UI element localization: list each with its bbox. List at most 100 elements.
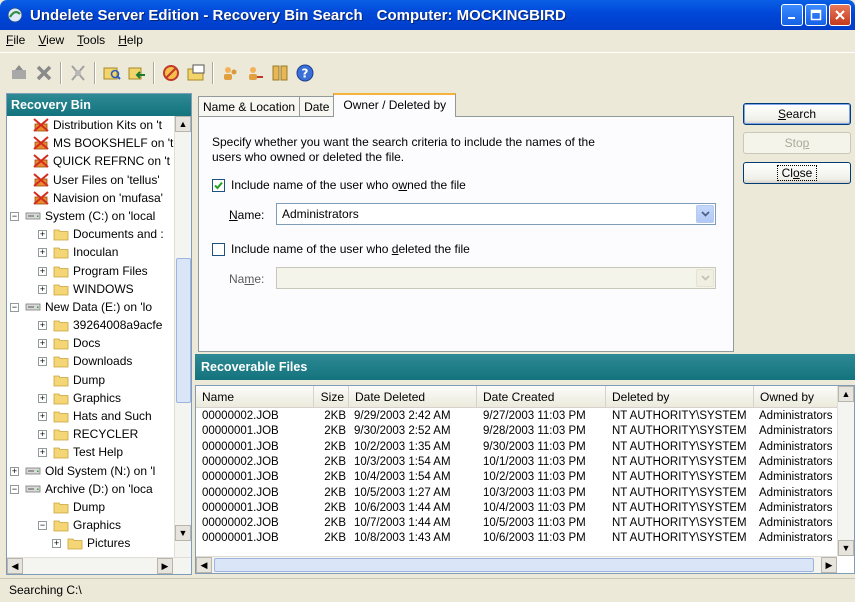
table-row[interactable]: 00000001.JOB 2KB 10/4/2003 1:54 AM 10/2/200… [196, 470, 846, 486]
table-row[interactable]: 00000002.JOB 2KB 10/3/2003 1:54 AM 10/1/200… [196, 455, 846, 471]
scroll-right-button[interactable]: ▶ [821, 557, 837, 573]
deleter-name-combo[interactable] [276, 267, 716, 289]
menu-tools[interactable]: Tools [77, 33, 105, 47]
table-row[interactable]: 00000001.JOB 2KB 10/6/2003 1:44 AM 10/4/200… [196, 501, 846, 517]
menu-help[interactable]: Help [118, 33, 143, 47]
column-header-name[interactable]: Name [196, 386, 314, 408]
tree-item[interactable]: + Docs [7, 334, 191, 352]
owner-name-combo[interactable]: Administrators [276, 203, 716, 225]
minimize-button[interactable] [781, 4, 803, 26]
expand-icon[interactable]: + [52, 539, 61, 549]
maximize-button[interactable] [805, 4, 827, 26]
tree-item[interactable]: +39264008a9acfe [7, 316, 191, 334]
owner-checkbox-label[interactable]: Include name of the user who owned the f… [231, 178, 466, 192]
tree-item[interactable]: + Downloads [7, 352, 191, 370]
owner-checkbox[interactable] [212, 179, 225, 192]
title-bar[interactable]: Undelete Server Edition - Recovery Bin S… [0, 0, 855, 30]
expand-icon[interactable]: + [38, 393, 47, 403]
tree-item[interactable]: − Archive (D:) on 'loca [7, 480, 191, 498]
open-folder-button[interactable] [185, 62, 207, 84]
stop-button[interactable]: Stop [743, 132, 851, 154]
expand-icon[interactable]: + [38, 230, 47, 240]
list-horizontal-scrollbar[interactable]: ◀ ▶ [196, 556, 837, 573]
recover-button[interactable] [8, 62, 30, 84]
tree-item[interactable]: + Graphics [7, 389, 191, 407]
help-button[interactable]: ? [294, 62, 316, 84]
tree-item[interactable]: Dump [7, 498, 191, 516]
table-row[interactable]: 00000002.JOB 2KB 9/29/2003 2:42 AM 9/27/200… [196, 409, 846, 425]
column-header-date-created[interactable]: Date Created [477, 386, 606, 408]
tree-item[interactable]: Dump [7, 371, 191, 389]
tab-date[interactable]: Date [299, 96, 335, 117]
table-row[interactable]: 00000002.JOB 2KB 10/7/2003 1:44 AM 10/5/200… [196, 516, 846, 532]
tree-item[interactable]: + Old System (N:) on 'l [7, 462, 191, 480]
tree-item[interactable]: + Test Help [7, 443, 191, 461]
expand-icon[interactable]: + [38, 430, 47, 440]
tree-horizontal-scrollbar[interactable]: ◀ ▶ [7, 557, 191, 574]
delete-button[interactable] [33, 62, 55, 84]
scroll-up-button[interactable]: ▲ [175, 116, 191, 132]
expand-icon[interactable]: + [38, 248, 47, 258]
tree-item[interactable]: + Program Files [7, 262, 191, 280]
expand-icon[interactable]: + [10, 466, 19, 476]
tree-item[interactable]: QUICK REFRNC on 't [7, 152, 191, 170]
deleter-checkbox-label[interactable]: Include name of the user who deleted the… [231, 242, 470, 256]
owner-combo-dropdown-button[interactable] [696, 205, 714, 223]
column-header-date-deleted[interactable]: Date Deleted [349, 386, 477, 408]
recoverable-files-list[interactable]: Name Size Date Deleted Date Created Dele… [195, 385, 855, 574]
table-row[interactable]: 00000001.JOB 2KB 9/30/2003 2:52 AM 9/28/200… [196, 424, 846, 440]
tree-item[interactable]: − New Data (E:) on 'lo [7, 298, 191, 316]
scroll-left-button[interactable]: ◀ [7, 558, 23, 574]
tree-item[interactable]: − System (C:) on 'local [7, 207, 191, 225]
tab-owner-deleted-by[interactable]: Owner / Deleted by [333, 93, 457, 117]
menu-view[interactable]: View [38, 33, 64, 47]
expand-icon[interactable]: + [38, 266, 47, 276]
tree-item[interactable]: + Hats and Such [7, 407, 191, 425]
search-button[interactable]: Search [743, 103, 851, 125]
tree-item[interactable]: + WINDOWS [7, 280, 191, 298]
tree-item[interactable]: + Documents and : [7, 225, 191, 243]
collapse-icon[interactable]: − [10, 211, 19, 221]
table-row[interactable]: 00000001.JOB 2KB 10/2/2003 1:35 AM 9/30/200… [196, 440, 846, 456]
scroll-down-button[interactable]: ▼ [838, 540, 854, 556]
tree-item[interactable]: − Graphics [7, 516, 191, 534]
collapse-icon[interactable]: − [10, 302, 19, 312]
expand-icon[interactable]: + [38, 448, 47, 458]
scroll-thumb[interactable] [214, 558, 814, 572]
tree-vertical-scrollbar[interactable]: ▲ ▼ [174, 116, 191, 559]
collapse-icon[interactable]: − [10, 484, 19, 494]
close-button[interactable]: Close [743, 162, 851, 184]
purge-button[interactable] [67, 62, 89, 84]
tree-item[interactable]: + RECYCLER [7, 425, 191, 443]
menu-file[interactable]: File [6, 33, 25, 47]
expand-icon[interactable]: + [38, 412, 47, 421]
column-header-deleted-by[interactable]: Deleted by [606, 386, 754, 408]
search-button-toolbar[interactable] [101, 62, 123, 84]
table-row[interactable]: 00000001.JOB 2KB 10/8/2003 1:43 AM 10/6/200… [196, 531, 846, 547]
scroll-up-button[interactable]: ▲ [838, 386, 854, 402]
expand-icon[interactable]: + [38, 284, 47, 294]
back-button[interactable] [126, 62, 148, 84]
column-header-size[interactable]: Size [314, 386, 349, 408]
recovery-bin-tree[interactable]: Distribution Kits on 't MS BOOKSHELF on '… [7, 116, 191, 557]
properties-button[interactable] [269, 62, 291, 84]
tree-item[interactable]: User Files on 'tellus' [7, 171, 191, 189]
tree-item[interactable]: MS BOOKSHELF on 't [7, 134, 191, 152]
scroll-right-button[interactable]: ▶ [157, 558, 173, 574]
scroll-left-button[interactable]: ◀ [196, 557, 212, 573]
tree-item[interactable]: + Inoculan [7, 243, 191, 261]
tree-item[interactable]: Navision on 'mufasa' [7, 189, 191, 207]
deleter-combo-dropdown-button[interactable] [696, 269, 714, 287]
deleter-checkbox[interactable] [212, 243, 225, 256]
tab-name-location[interactable]: Name & Location [198, 96, 301, 117]
owners-button[interactable] [244, 62, 266, 84]
expand-icon[interactable]: + [38, 339, 47, 349]
table-row[interactable]: 00000002.JOB 2KB 10/5/2003 1:27 AM 10/3/200… [196, 486, 846, 502]
scroll-down-button[interactable]: ▼ [175, 525, 191, 541]
settings-button[interactable] [160, 62, 182, 84]
scroll-thumb[interactable] [176, 258, 191, 403]
close-window-button[interactable] [829, 4, 851, 26]
tree-item[interactable]: Distribution Kits on 't [7, 116, 191, 134]
tree-item[interactable]: + Pictures [7, 534, 191, 552]
expand-icon[interactable]: + [38, 357, 47, 367]
